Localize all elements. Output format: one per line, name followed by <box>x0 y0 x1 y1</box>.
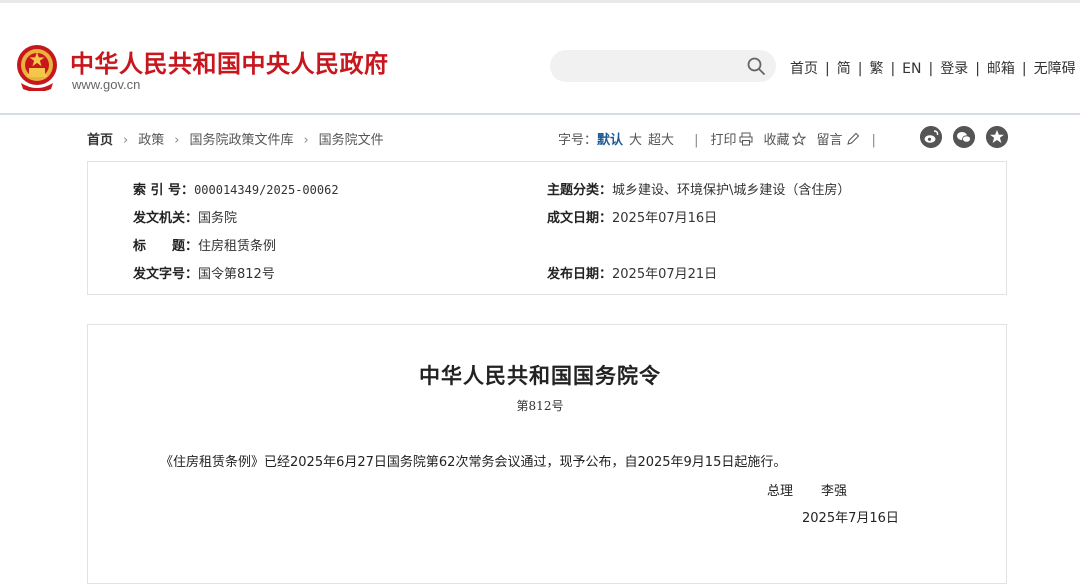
printer-icon[interactable] <box>739 132 753 146</box>
signature-name: 李强 <box>821 484 848 499</box>
font-xlarge-button[interactable]: 超大 <box>648 133 674 148</box>
breadcrumb-docs[interactable]: 国务院文件 <box>319 133 384 148</box>
nav-mail[interactable]: 邮箱 <box>987 61 1015 77</box>
meta-title-value: 住房租赁条例 <box>198 239 277 254</box>
nav-traditional[interactable]: 繁 <box>869 61 883 77</box>
meta-docno-value: 国令第812号 <box>198 267 275 282</box>
nav-accessibility[interactable]: 无障碍 <box>1034 61 1076 77</box>
toolbar-divider: | <box>694 133 699 148</box>
meta-index: 索 引 号：000014349/2025-00062 <box>133 179 339 198</box>
site-url[interactable]: www.gov.cn <box>72 77 140 92</box>
chevron-right-icon: › <box>123 133 129 148</box>
nav-simplified[interactable]: 简 <box>837 61 851 77</box>
meta-topic-value: 城乡建设、环境保护\城乡建设（含住房） <box>612 183 851 198</box>
meta-issuer-value: 国务院 <box>198 211 238 226</box>
meta-issuer: 发文机关：国务院 <box>133 207 237 226</box>
chevron-right-icon: › <box>174 133 180 148</box>
breadcrumb-policy[interactable]: 政策 <box>138 133 164 148</box>
toolbar-divider: | <box>871 133 876 148</box>
national-emblem-icon[interactable] <box>15 43 59 91</box>
meta-published: 发布日期：2025年07月21日 <box>547 263 717 282</box>
wechat-icon[interactable] <box>953 126 975 148</box>
pencil-icon[interactable] <box>846 132 860 146</box>
site-title[interactable]: 中华人民共和国中央人民政府 <box>70 44 389 79</box>
meta-created-value: 2025年07月16日 <box>612 211 718 226</box>
document-title: 中华人民共和国国务院令 <box>419 363 661 388</box>
star-icon[interactable] <box>792 132 807 146</box>
meta-created-label: 成文日期： <box>547 211 613 226</box>
comment-button[interactable]: 留言 <box>816 133 842 148</box>
signature-title: 总理 <box>767 484 794 499</box>
print-button[interactable]: 打印 <box>710 133 736 148</box>
site-header: 中华人民共和国中央人民政府 www.gov.cn 首页 | 简 | 繁 | EN | 登录 | 邮箱… <box>0 3 1080 115</box>
nav-home[interactable]: 首页 <box>790 61 818 77</box>
weibo-icon[interactable] <box>920 126 942 148</box>
chevron-right-icon: › <box>303 133 309 148</box>
search-input[interactable] <box>564 50 738 84</box>
meta-index-label: 索 引 号： <box>133 183 195 198</box>
meta-title: 标 题：住房租赁条例 <box>133 235 276 254</box>
meta-topic-label: 主题分类： <box>547 183 613 198</box>
meta-index-value: 000014349/2025-00062 <box>194 183 339 197</box>
document-body-paragraph: 《住房租赁条例》已经2025年6月27日国务院第62次常务会议通过，现予公布，自… <box>160 455 787 470</box>
meta-issuer-label: 发文机关： <box>133 211 199 226</box>
meta-published-value: 2025年07月21日 <box>612 267 718 282</box>
nav-login[interactable]: 登录 <box>940 61 968 77</box>
breadcrumb-home[interactable]: 首页 <box>87 133 113 148</box>
top-nav: 首页 | 简 | 繁 | EN | 登录 | 邮箱 | 无障碍 <box>790 61 1076 77</box>
signature-date: 2025年7月16日 <box>802 511 899 526</box>
meta-created: 成文日期：2025年07月16日 <box>547 207 717 226</box>
signature-line: 总理 李强 <box>767 480 847 499</box>
meta-topic: 主题分类：城乡建设、环境保护\城乡建设（含住房） <box>547 179 850 198</box>
meta-docno-label: 发文字号： <box>133 267 199 282</box>
search-icon[interactable] <box>746 56 766 76</box>
document-number: 第812号 <box>516 399 564 413</box>
meta-title-label: 标 题： <box>133 239 199 254</box>
font-large-button[interactable]: 大 <box>629 133 642 148</box>
nav-english[interactable]: EN <box>902 61 921 77</box>
search-box <box>550 50 776 84</box>
meta-docno: 发文字号：国令第812号 <box>133 263 275 282</box>
font-size-label: 字号： <box>558 133 598 148</box>
favorite-button[interactable]: 收藏 <box>763 133 789 148</box>
article-toolbar: 字号：默认大超大 | 打印 收藏 留言 | <box>558 129 876 148</box>
font-default-button[interactable]: 默认 <box>597 133 623 148</box>
breadcrumb-library[interactable]: 国务院政策文件库 <box>189 133 293 148</box>
favorite-star-icon[interactable] <box>986 126 1008 148</box>
breadcrumb: 首页 › 政策 › 国务院政策文件库 › 国务院文件 <box>87 129 384 148</box>
meta-published-label: 发布日期： <box>547 267 613 282</box>
